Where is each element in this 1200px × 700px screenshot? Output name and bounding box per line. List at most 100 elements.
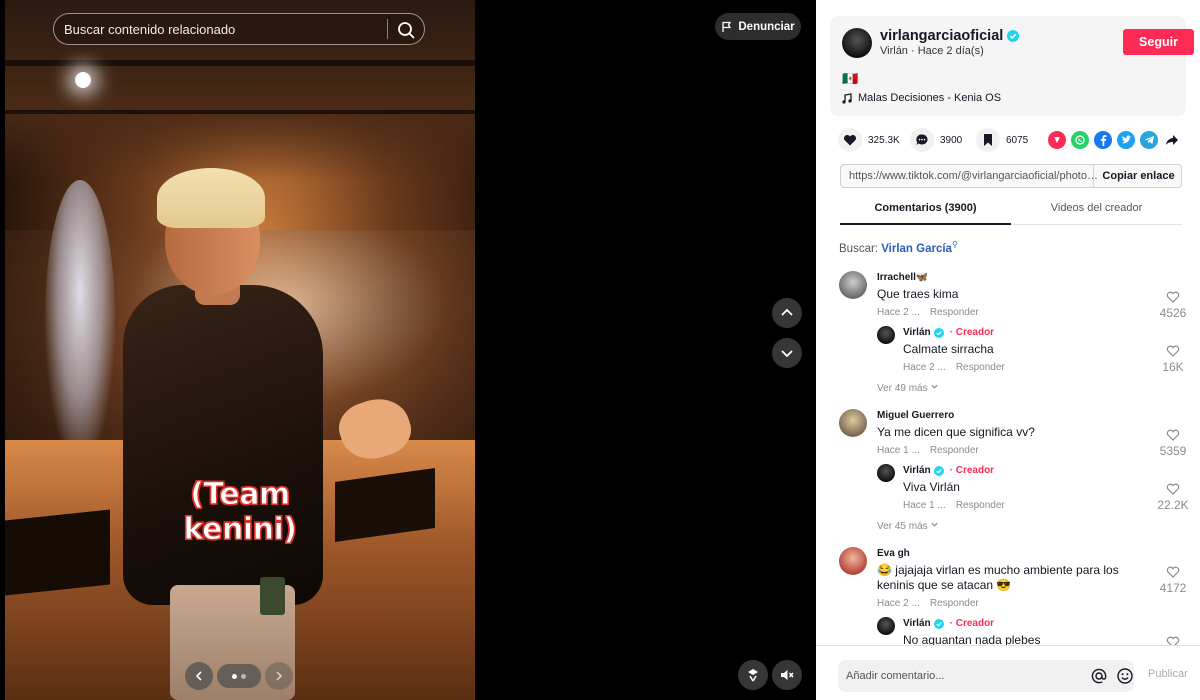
volume-muted-icon (781, 670, 794, 680)
commenter-avatar[interactable] (839, 547, 867, 575)
comment-composer: Publicar (816, 645, 1200, 700)
share-telegram-button[interactable] (1140, 131, 1158, 149)
reply-like-button[interactable] (1153, 635, 1193, 645)
active-tab-indicator (840, 223, 1011, 225)
heart-outline-icon (1166, 345, 1180, 357)
comment-time: Hace 1 ... (877, 445, 920, 456)
comment-action[interactable]: 3900 (910, 126, 962, 154)
author-avatar[interactable] (842, 28, 872, 58)
photo-dot[interactable] (241, 673, 246, 679)
comment-time: Hace 2 ... (877, 598, 920, 609)
reply-author[interactable]: Virlán · Creador (903, 618, 994, 629)
comment-like-button[interactable]: 4526 (1153, 290, 1193, 320)
photo-dots (217, 664, 261, 688)
share-whatsapp-button[interactable] (1071, 131, 1089, 149)
share-twitter-button[interactable] (1117, 131, 1135, 149)
previous-post-button[interactable] (772, 298, 802, 328)
comment-like-button[interactable]: 5359 (1153, 428, 1193, 458)
photo-dot-active[interactable] (232, 673, 237, 679)
music-title: Malas Decisiones - Kenia OS (858, 92, 1002, 104)
save-count: 6075 (1006, 134, 1029, 146)
chevron-right-icon (276, 671, 283, 681)
verified-badge-icon (1007, 30, 1020, 42)
comment-text-line-2: keninis que se atacan 😎 (877, 578, 1012, 592)
report-label: Denunciar (738, 20, 795, 33)
reply-text: Viva Virlán (903, 480, 960, 494)
copy-link-button[interactable]: Copiar enlace (1093, 165, 1183, 187)
chevron-up-icon (781, 308, 793, 316)
reply-author-name: Virlán (903, 465, 931, 476)
chevron-down-icon (931, 522, 938, 527)
reply-avatar[interactable] (877, 464, 895, 482)
search-button[interactable] (394, 18, 418, 42)
publish-button[interactable]: Publicar (1148, 668, 1188, 680)
follow-button[interactable]: Seguir (1123, 29, 1194, 55)
related-search-prefix: Buscar: (839, 242, 878, 255)
tab-comments[interactable]: Comentarios (3900) (840, 202, 1011, 214)
comment-author[interactable]: Miguel Guerrero (877, 410, 954, 421)
author-subline: Virlán · Hace 2 día(s) (880, 45, 984, 57)
reply-link[interactable]: Responder (956, 362, 1005, 373)
music-note-icon (842, 92, 852, 104)
comment-like-button[interactable]: 4172 (1153, 565, 1193, 595)
emoji-icon[interactable] (1116, 667, 1134, 685)
search-input[interactable] (64, 14, 384, 44)
share-facebook-button[interactable] (1094, 131, 1112, 149)
share-more-button[interactable] (1163, 131, 1181, 149)
verified-badge-icon (933, 465, 944, 476)
next-post-button[interactable] (772, 338, 802, 368)
mention-icon[interactable] (1090, 667, 1108, 685)
comment-like-count: 5359 (1159, 444, 1187, 458)
save-action[interactable]: 6075 (976, 126, 1028, 154)
reply-text: Calmate sirracha (903, 342, 994, 356)
comment-author[interactable]: Eva gh (877, 548, 910, 559)
reply-link[interactable]: Responder (930, 445, 979, 456)
heart-icon (843, 134, 857, 146)
photo-caption: (Team kenini) (183, 477, 297, 548)
heart-outline-icon (1166, 636, 1180, 645)
reply-author-name: Virlán (903, 327, 931, 338)
comment-input[interactable] (846, 660, 1066, 692)
commenter-avatar[interactable] (839, 409, 867, 437)
previous-photo-button[interactable] (185, 662, 213, 690)
view-more-replies[interactable]: Ver 45 más (877, 520, 939, 532)
share-repost-button[interactable] (1048, 131, 1066, 149)
comment-author[interactable]: Irrachell🦋 (877, 272, 928, 283)
creator-badge: Creador (955, 327, 995, 338)
panel-tabs: Comentarios (3900) Videos del creador (840, 195, 1182, 225)
concert-photo[interactable] (5, 0, 475, 700)
reply-author[interactable]: Virlán · Creador (903, 327, 994, 338)
related-search-term[interactable]: Virlan García (881, 243, 952, 255)
share-arrow-icon (1166, 135, 1178, 145)
report-button[interactable]: Denunciar (715, 13, 801, 40)
tab-creator-videos[interactable]: Videos del creador (1011, 202, 1182, 214)
reply-like-button[interactable]: 22.2K (1153, 482, 1193, 512)
floating-player-button[interactable] (738, 660, 768, 690)
reply-like-count: 16K (1162, 360, 1184, 374)
view-more-replies[interactable]: Ver 49 más (877, 382, 939, 394)
reply-time: Hace 1 ... (903, 500, 946, 511)
reply-link[interactable]: Responder (930, 307, 979, 318)
whatsapp-icon (1075, 135, 1085, 145)
reply-time: Hace 2 ... (903, 362, 946, 373)
commenter-avatar[interactable] (839, 271, 867, 299)
reply-like-button[interactable]: 16K (1153, 344, 1193, 374)
post-link-url[interactable]: https://www.tiktok.com/@virlangarciaofic… (849, 170, 1099, 182)
post-link-box: https://www.tiktok.com/@virlangarciaofic… (840, 164, 1182, 188)
post-info-card: virlangarciaoficial Virlán · Hace 2 día(… (830, 16, 1194, 116)
reply-avatar[interactable] (877, 617, 895, 635)
mute-button[interactable] (772, 660, 802, 690)
author-username[interactable]: virlangarciaoficial (880, 28, 1020, 44)
like-action[interactable]: 325.3K (838, 126, 900, 154)
reply-like-count: 22.2K (1157, 498, 1189, 512)
reply-avatar[interactable] (877, 326, 895, 344)
reply-author[interactable]: Virlán · Creador (903, 465, 994, 476)
photo-pager (185, 662, 293, 690)
music-link[interactable]: Malas Decisiones - Kenia OS (842, 92, 1001, 104)
next-photo-button[interactable] (265, 662, 293, 690)
reply-link[interactable]: Responder (956, 500, 1005, 511)
mini-player-icon (748, 669, 758, 682)
reply-link[interactable]: Responder (930, 598, 979, 609)
comment-meta: Hace 2 ... Responder (877, 307, 979, 318)
related-search[interactable]: Buscar: Virlan García⚲ (839, 240, 958, 255)
